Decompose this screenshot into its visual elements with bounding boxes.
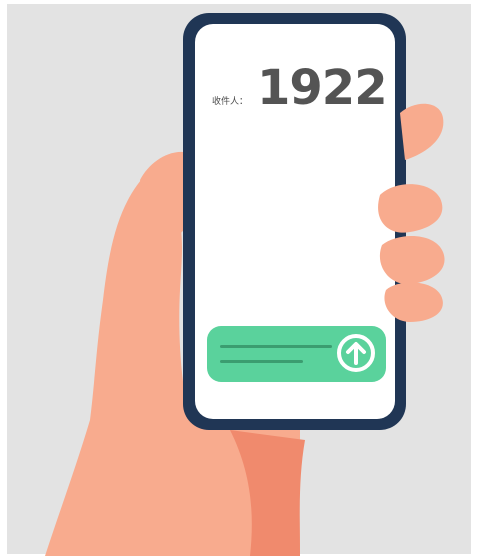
send-button[interactable] [207,326,386,382]
recipient-number: 1922 [257,60,388,116]
hand-finger-top [400,103,444,160]
hand-finger-4 [384,282,443,322]
placeholder-text-line [220,360,303,363]
illustration-scene: 收件人： 1922 [0,0,477,556]
hand-holding-phone-illustration [45,13,445,556]
placeholder-text-line [220,345,332,348]
hand-finger-2 [378,184,443,233]
arrow-up-circle-icon [337,334,375,372]
hand-finger-3 [379,235,445,285]
recipient-label: 收件人： [212,97,249,107]
